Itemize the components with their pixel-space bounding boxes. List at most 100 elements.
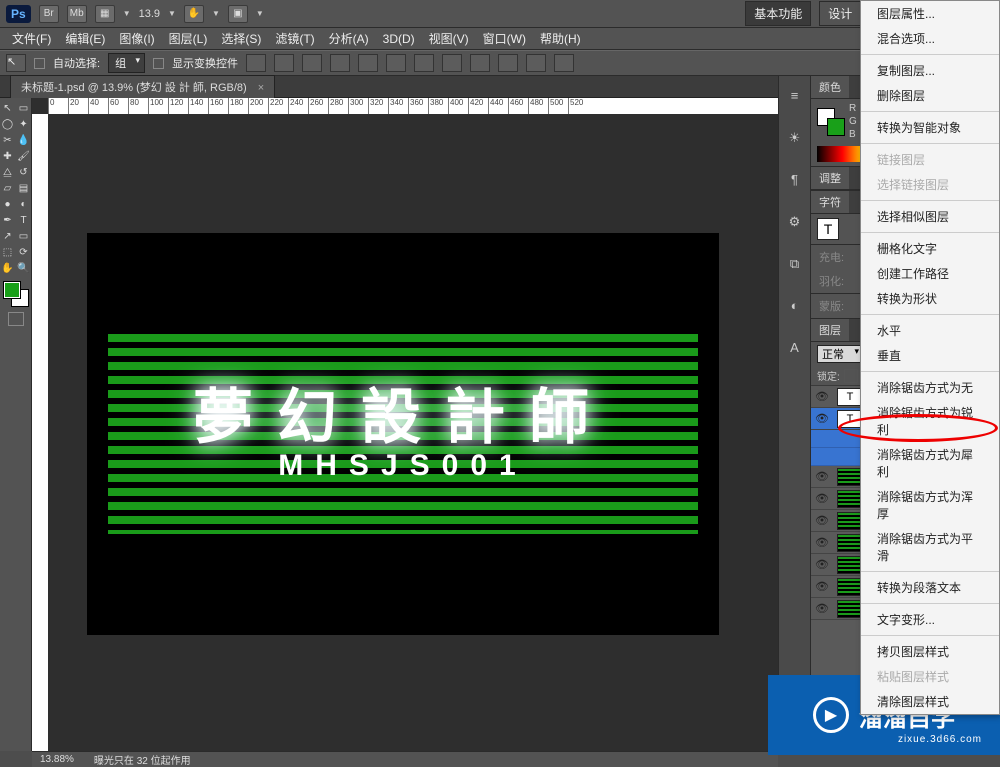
- brush-tool[interactable]: 🖌: [16, 148, 32, 164]
- move-tool[interactable]: ↖: [0, 100, 16, 116]
- show-transform-checkbox[interactable]: [153, 58, 164, 69]
- hand-drop[interactable]: ▼: [212, 9, 220, 18]
- minibridge-icon[interactable]: Mb: [67, 5, 87, 23]
- clone-panel-icon[interactable]: ⧉: [785, 256, 805, 274]
- 3drot-tool[interactable]: ⟳: [16, 244, 32, 260]
- ctx-item[interactable]: 转换为形状: [861, 286, 999, 311]
- dist1-icon[interactable]: [414, 54, 434, 72]
- zoom-tool[interactable]: 🔍: [16, 260, 32, 276]
- dist6-icon[interactable]: [554, 54, 574, 72]
- visibility-icon[interactable]: 👁: [811, 558, 833, 571]
- ctx-item[interactable]: 选择相似图层: [861, 204, 999, 229]
- dist5-icon[interactable]: [526, 54, 546, 72]
- eraser-tool[interactable]: ▱: [0, 180, 16, 196]
- color-swatch[interactable]: [4, 282, 28, 306]
- visibility-icon[interactable]: 👁: [811, 536, 833, 549]
- dist3-icon[interactable]: [470, 54, 490, 72]
- docmenu-drop[interactable]: ▼: [123, 9, 131, 18]
- wand-tool[interactable]: ✦: [16, 116, 32, 132]
- layer-context-menu[interactable]: 图层属性...混合选项...复制图层...删除图层转换为智能对象链接图层选择链接…: [860, 0, 1000, 715]
- ctx-item[interactable]: 清除图层样式: [861, 689, 999, 714]
- brushes-panel-icon[interactable]: ⚙: [785, 214, 805, 232]
- ctx-item[interactable]: 消除锯齿方式为浑厚: [861, 484, 999, 526]
- type-tool[interactable]: T: [16, 212, 32, 228]
- history-panel-icon[interactable]: ≡: [785, 88, 805, 106]
- ctx-item[interactable]: 消除锯齿方式为平滑: [861, 526, 999, 568]
- marquee-tool[interactable]: ▭: [16, 100, 32, 116]
- dist4-icon[interactable]: [498, 54, 518, 72]
- ctx-item[interactable]: 文字变形...: [861, 607, 999, 632]
- visibility-icon[interactable]: 👁: [811, 470, 833, 483]
- blend-mode-select[interactable]: 正常: [817, 345, 863, 363]
- dist2-icon[interactable]: [442, 54, 462, 72]
- 3d-tool[interactable]: ⬚: [0, 244, 16, 260]
- align3-icon[interactable]: [302, 54, 322, 72]
- visibility-icon[interactable]: 👁: [811, 602, 833, 615]
- align2-icon[interactable]: [274, 54, 294, 72]
- align5-icon[interactable]: [358, 54, 378, 72]
- canvas[interactable]: 夢幻設計師 MHSJS001: [88, 234, 718, 634]
- screen-icon[interactable]: ▣: [228, 5, 248, 23]
- align4-icon[interactable]: [330, 54, 350, 72]
- ctx-item[interactable]: 转换为段落文本: [861, 575, 999, 600]
- menu-file[interactable]: 文件(F): [6, 28, 57, 49]
- ctx-item[interactable]: 删除图层: [861, 83, 999, 108]
- pen-tool[interactable]: ✒: [0, 212, 16, 228]
- menu-image[interactable]: 图像(I): [113, 28, 160, 49]
- panel-swatch[interactable]: [817, 108, 845, 136]
- ctx-item[interactable]: 消除锯齿方式为锐利: [861, 400, 999, 442]
- move-tool-icon[interactable]: ↖: [6, 54, 26, 72]
- ctx-item[interactable]: 图层属性...: [861, 1, 999, 26]
- ctx-item[interactable]: 消除锯齿方式为无: [861, 375, 999, 400]
- visibility-icon[interactable]: 👁: [811, 514, 833, 527]
- menu-3d[interactable]: 3D(D): [377, 30, 421, 48]
- menu-edit[interactable]: 编辑(E): [59, 28, 111, 49]
- crop-tool[interactable]: ✂: [0, 132, 16, 148]
- ctx-item[interactable]: 创建工作路径: [861, 261, 999, 286]
- history-tool[interactable]: ↺: [16, 164, 32, 180]
- menu-view[interactable]: 视图(V): [423, 28, 475, 49]
- status-zoom[interactable]: 13.88%: [40, 754, 74, 765]
- dodge-tool[interactable]: ◐: [16, 196, 32, 212]
- color-tab[interactable]: 颜色: [811, 76, 849, 98]
- auto-select-checkbox[interactable]: [34, 58, 45, 69]
- ctx-item[interactable]: 消除锯齿方式为犀利: [861, 442, 999, 484]
- ctx-item[interactable]: 水平: [861, 318, 999, 343]
- lasso-tool[interactable]: ◯: [0, 116, 16, 132]
- align1-icon[interactable]: [246, 54, 266, 72]
- actions-panel-icon[interactable]: ☀: [785, 130, 805, 148]
- gradient-tool[interactable]: ▤: [16, 180, 32, 196]
- zoom-drop[interactable]: ▼: [168, 9, 176, 18]
- visibility-icon[interactable]: 👁: [811, 412, 833, 425]
- document-tab[interactable]: 未标题-1.psd @ 13.9% (梦幻 設 計 師, RGB/8) ×: [10, 75, 275, 98]
- zoom-value[interactable]: 13.9: [139, 8, 160, 20]
- blur-tool[interactable]: ●: [0, 196, 16, 212]
- hand-icon[interactable]: ✋: [184, 5, 204, 23]
- docmenu-icon[interactable]: ▦: [95, 5, 115, 23]
- adjust-tab[interactable]: 调整: [811, 167, 849, 189]
- workspace-design-button[interactable]: 设计: [819, 1, 861, 26]
- menu-help[interactable]: 帮助(H): [534, 28, 587, 49]
- quickmask-icon[interactable]: [8, 312, 24, 326]
- menu-filter[interactable]: 滤镜(T): [269, 28, 320, 49]
- heal-tool[interactable]: ✚: [0, 148, 16, 164]
- visibility-icon[interactable]: 👁: [811, 390, 833, 403]
- ctx-item[interactable]: 拷贝图层样式: [861, 639, 999, 664]
- type-panel-icon[interactable]: A: [785, 340, 805, 358]
- workspace-basic-button[interactable]: 基本功能: [745, 1, 811, 26]
- screen-drop[interactable]: ▼: [256, 9, 264, 18]
- menu-analysis[interactable]: 分析(A): [323, 28, 375, 49]
- ctx-item[interactable]: 复制图层...: [861, 58, 999, 83]
- paragraph-panel-icon[interactable]: ¶: [785, 172, 805, 190]
- hand-tool[interactable]: ✋: [0, 260, 16, 276]
- stamp-tool[interactable]: ⧋: [0, 164, 16, 180]
- menu-select[interactable]: 选择(S): [215, 28, 267, 49]
- menu-layer[interactable]: 图层(L): [163, 28, 214, 49]
- close-tab-icon[interactable]: ×: [258, 82, 264, 94]
- shape-tool[interactable]: ▭: [16, 228, 32, 244]
- bridge-icon[interactable]: Br: [39, 5, 59, 23]
- ctx-item[interactable]: 混合选项...: [861, 26, 999, 51]
- align6-icon[interactable]: [386, 54, 406, 72]
- ctx-item[interactable]: 栅格化文字: [861, 236, 999, 261]
- visibility-icon[interactable]: 👁: [811, 492, 833, 505]
